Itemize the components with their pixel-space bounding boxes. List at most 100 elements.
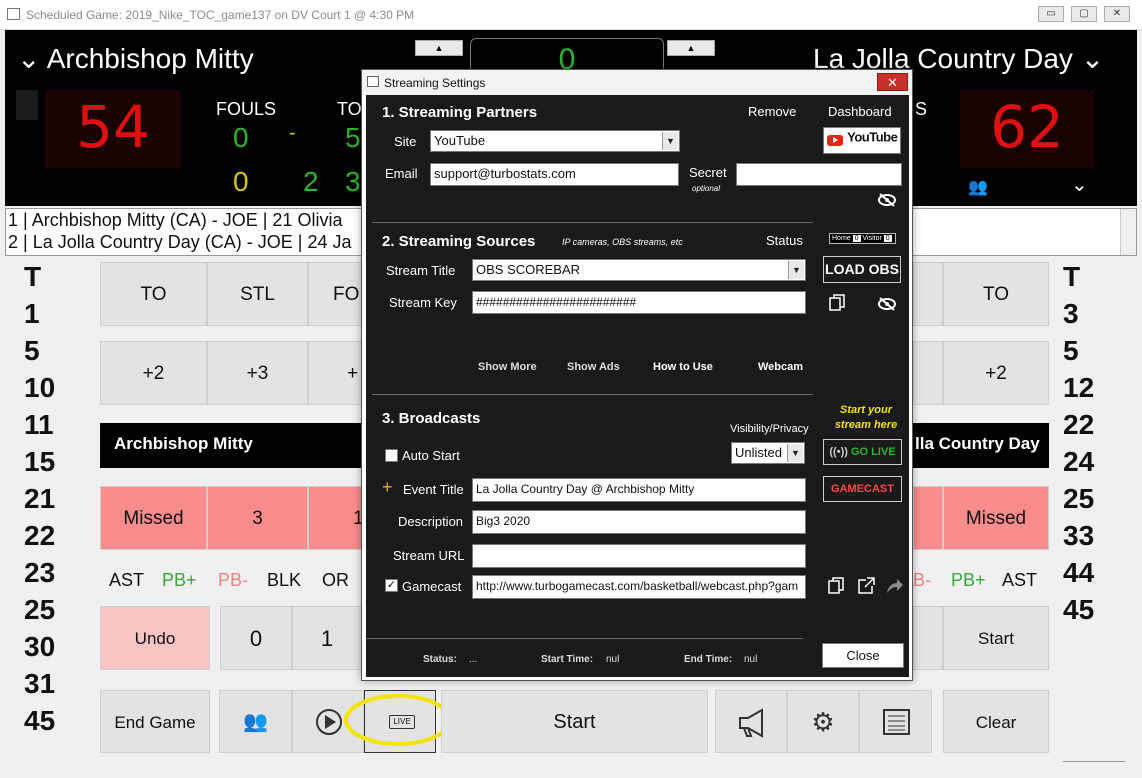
roster-number[interactable]: 11 <box>24 406 84 443</box>
away-start-button[interactable]: Start <box>943 606 1049 670</box>
block-label[interactable]: BLK <box>267 570 301 591</box>
clear-button[interactable]: Clear <box>943 690 1049 753</box>
foul-button[interactable]: FO <box>308 262 362 326</box>
roster-number[interactable]: 25 <box>24 591 84 628</box>
roster-number[interactable]: 22 <box>24 517 84 554</box>
home-team-selector[interactable]: ⌄ Archbishop Mitty <box>17 42 254 75</box>
roster-number[interactable]: 25 <box>1063 480 1123 517</box>
missed-one-button[interactable]: 1 <box>308 486 364 550</box>
roster-number[interactable]: 12 <box>1063 369 1123 406</box>
roster-number[interactable]: 10 <box>24 369 84 406</box>
away-hidden-button[interactable] <box>913 606 943 670</box>
roster-number[interactable]: 23 <box>24 554 84 591</box>
roster-number[interactable]: 22 <box>1063 406 1123 443</box>
one-button[interactable]: 1 <box>292 606 362 670</box>
site-select[interactable]: YouTube ▼ <box>430 130 680 152</box>
email-input[interactable]: support@turbostats.com <box>430 163 679 186</box>
offensive-rebound-label[interactable]: OR <box>322 570 349 591</box>
right-hidden-button[interactable] <box>913 262 943 326</box>
away-timeout-button[interactable]: TO <box>943 262 1049 326</box>
roster-number[interactable]: 45 <box>24 702 84 739</box>
missed-button[interactable]: Missed <box>100 486 207 550</box>
maximize-button[interactable]: ▢ <box>1071 6 1097 22</box>
roster-number[interactable]: 45 <box>1063 591 1123 628</box>
roster-number[interactable]: 33 <box>1063 517 1123 554</box>
copy-key-button[interactable] <box>828 293 848 318</box>
timeout-button[interactable]: TO <box>100 262 207 326</box>
stream-key-input[interactable]: ######################## <box>472 291 806 314</box>
end-game-button[interactable]: End Game <box>100 690 210 753</box>
webcam-link[interactable]: Webcam <box>758 361 803 373</box>
roster-number[interactable]: T <box>1063 258 1123 295</box>
secret-input[interactable] <box>736 163 902 186</box>
roster-number[interactable]: T <box>24 258 84 295</box>
plus-two-button[interactable]: +2 <box>100 341 207 405</box>
settings-button[interactable]: ⚙ <box>787 690 859 753</box>
open-gamecast-button[interactable] <box>856 576 876 601</box>
minimize-button[interactable]: ▭ <box>1038 6 1064 22</box>
roster-number[interactable]: 5 <box>1063 332 1123 369</box>
assist-label[interactable]: AST <box>109 570 144 591</box>
close-button[interactable]: Close <box>822 643 904 668</box>
dialog-close-x-button[interactable]: ✕ <box>877 73 908 91</box>
right-hidden-button-2[interactable] <box>913 341 943 405</box>
away-missed-partial[interactable] <box>913 486 943 550</box>
show-ads-link[interactable]: Show Ads <box>567 361 620 373</box>
steal-button[interactable]: STL <box>207 262 308 326</box>
gamecast-checkbox[interactable]: ✓ <box>385 579 398 592</box>
window-close-button[interactable]: ✕ <box>1104 6 1130 22</box>
roster-number[interactable]: 21 <box>24 480 84 517</box>
log-line[interactable]: 1 | Archbishop Mitty (CA) - JOE | 21 Oli… <box>6 209 361 231</box>
gamecast-button[interactable]: GAMECAST <box>823 476 902 502</box>
game-clock[interactable]: 0 <box>470 38 664 76</box>
putback-minus-label[interactable]: PB- <box>218 570 248 591</box>
log-line[interactable]: 2 | La Jolla Country Day (CA) - JOE | 24… <box>6 231 361 253</box>
plus-three-button[interactable]: +3 <box>207 341 308 405</box>
shot-up-button[interactable]: ▲ <box>667 40 715 56</box>
add-player-button[interactable]: 👥 <box>219 690 292 753</box>
start-button[interactable]: Start <box>441 690 708 753</box>
roster-number[interactable]: 44 <box>1063 554 1123 591</box>
away-plus-two-button[interactable]: +2 <box>943 341 1049 405</box>
away-missed-button[interactable]: Missed <box>943 486 1049 550</box>
undo-button[interactable]: Undo <box>100 606 210 670</box>
clock-up-button[interactable]: ▲ <box>415 40 463 56</box>
zero-button[interactable]: 0 <box>220 606 292 670</box>
away-putback-minus-label[interactable]: B- <box>913 570 931 591</box>
roster-number[interactable]: 31 <box>24 665 84 702</box>
copy-gamecast-button[interactable] <box>827 576 847 601</box>
list-button[interactable] <box>859 690 932 753</box>
roster-number[interactable]: 3 <box>1063 295 1123 332</box>
stream-url-input[interactable] <box>472 544 806 568</box>
add-event-plus-icon[interactable]: + <box>382 477 393 498</box>
auto-start-checkbox[interactable] <box>385 449 398 462</box>
away-putback-plus-label[interactable]: PB+ <box>951 570 986 591</box>
stream-title-select[interactable]: OBS SCOREBAR ▼ <box>472 259 806 281</box>
away-assist-label[interactable]: AST <box>1002 570 1037 591</box>
roster-number[interactable]: 15 <box>24 443 84 480</box>
event-title-input[interactable]: La Jolla Country Day @ Archbishop Mitty <box>472 478 806 502</box>
show-more-link[interactable]: Show More <box>478 361 537 373</box>
load-obs-button[interactable]: LOAD OBS <box>823 256 901 283</box>
roster-number[interactable]: 24 <box>1063 443 1123 480</box>
how-to-use-link[interactable]: How to Use <box>653 361 713 373</box>
putback-plus-label[interactable]: PB+ <box>162 570 197 591</box>
hide-key-eye-button[interactable] <box>877 296 897 317</box>
roster-number[interactable]: 5 <box>24 332 84 369</box>
announce-button[interactable] <box>715 690 787 753</box>
share-gamecast-button[interactable] <box>884 576 904 601</box>
roster-number[interactable]: 30 <box>24 628 84 665</box>
visibility-select[interactable]: Unlisted ▼ <box>731 442 805 464</box>
gamecast-url-input[interactable]: http://www.turbogamecast.com/basketball/… <box>472 575 806 599</box>
plus-one-button[interactable]: + <box>308 341 362 405</box>
roster-number[interactable]: 1 <box>24 295 84 332</box>
away-score[interactable]: 62 <box>960 90 1094 168</box>
youtube-button[interactable]: YouTube <box>823 127 901 154</box>
hide-secret-eye-icon[interactable] <box>877 192 897 213</box>
description-input[interactable]: Big3 2020 <box>472 510 806 534</box>
dashboard-link[interactable]: Dashboard <box>828 104 892 119</box>
go-live-button[interactable]: ((•)) GO LIVE <box>823 439 902 465</box>
expand-chevron-icon[interactable]: ⌄ <box>1071 172 1088 197</box>
log-scrollbar[interactable]: ▲▼ <box>1120 209 1136 255</box>
remove-link[interactable]: Remove <box>748 104 796 119</box>
